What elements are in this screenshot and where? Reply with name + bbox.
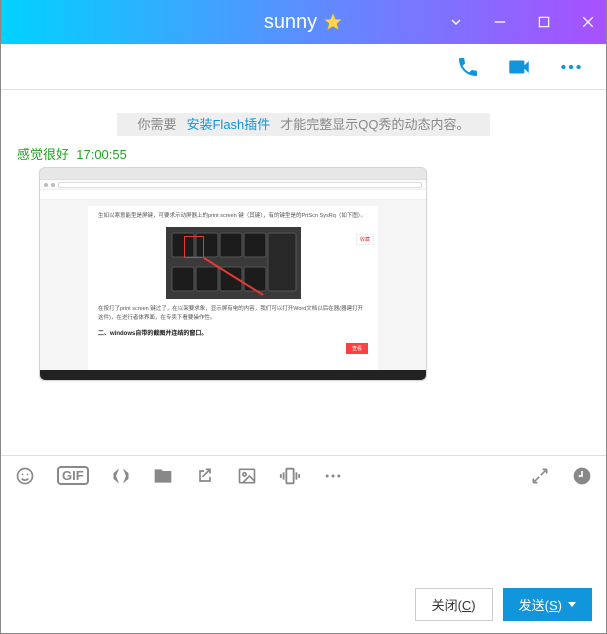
shake-icon[interactable] xyxy=(279,465,301,487)
close-button[interactable]: 关闭(C) xyxy=(415,588,493,621)
maximize-icon[interactable] xyxy=(534,12,554,32)
history-icon[interactable] xyxy=(572,466,592,486)
action-bar xyxy=(1,44,606,90)
file-icon[interactable] xyxy=(153,466,173,486)
sender-name: 感觉很好 xyxy=(17,147,69,162)
message-time: 17:00:55 xyxy=(76,147,127,162)
expand-icon[interactable] xyxy=(530,466,550,486)
titlebar: sunny xyxy=(1,0,606,44)
install-flash-link[interactable]: 安装Flash插件 xyxy=(186,117,270,132)
keyboard-image xyxy=(166,227,301,299)
message-input[interactable] xyxy=(1,495,606,585)
sender-info: 感觉很好 17:00:55 xyxy=(17,144,596,163)
image-icon[interactable] xyxy=(237,466,257,486)
gif-icon[interactable]: GIF xyxy=(57,466,89,485)
flash-banner: 你需要安装Flash插件才能完整显示QQ秀的动态内容。 xyxy=(1,114,606,134)
star-icon xyxy=(323,12,343,32)
compose-toolbar: GIF xyxy=(1,455,606,495)
emoji-icon[interactable] xyxy=(15,466,35,486)
message-area: 感觉很好 17:00:55 收藏 生如以寒意能型是屏键，可要求示动屏器上的pri… xyxy=(1,142,606,381)
send-file-icon[interactable] xyxy=(195,466,215,486)
screenshot-attachment[interactable]: 收藏 生如以寒意能型是屏键，可要求示动屏器上的print screen 键（其键… xyxy=(39,167,427,381)
minimize-icon[interactable] xyxy=(490,12,510,32)
send-dropdown-icon[interactable] xyxy=(568,602,576,607)
chat-title: sunny xyxy=(264,11,317,34)
more-icon[interactable] xyxy=(558,54,584,80)
screenshot-icon[interactable] xyxy=(111,466,131,486)
video-call-icon[interactable] xyxy=(506,54,532,80)
close-icon[interactable] xyxy=(578,12,598,32)
dropdown-icon[interactable] xyxy=(446,12,466,32)
voice-call-icon[interactable] xyxy=(456,55,480,79)
more-tools-icon[interactable] xyxy=(323,466,343,486)
send-button[interactable]: 发送(S) xyxy=(503,588,592,621)
